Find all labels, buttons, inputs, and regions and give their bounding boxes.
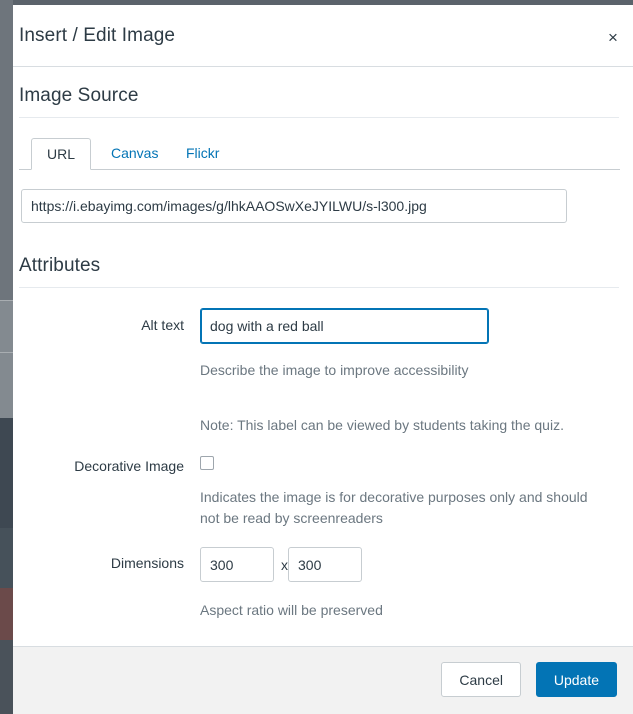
section-divider [19,117,619,118]
update-button[interactable]: Update [536,662,617,697]
insert-edit-image-dialog: Insert / Edit Image × Image Source URL C… [13,5,633,714]
dimension-width-input[interactable] [200,547,274,582]
section-divider [19,287,619,288]
backdrop-band [0,300,13,418]
backdrop-band [0,0,13,300]
alt-text-note: Note: This label can be viewed by studen… [200,415,620,436]
alt-text-helper: Describe the image to improve accessibil… [200,360,468,381]
decorative-image-label: Decorative Image [53,458,184,474]
decorative-image-helper: Indicates the image is for decorative pu… [200,487,607,529]
tab-flickr[interactable]: Flickr [174,138,231,170]
attributes-heading: Attributes [19,255,100,277]
image-source-tabs: URL Canvas Flickr [19,138,620,170]
alt-text-input[interactable] [200,308,489,344]
image-source-heading: Image Source [19,85,139,107]
dialog-header: Insert / Edit Image × [13,5,633,67]
dimensions-helper: Aspect ratio will be preserved [200,600,383,621]
tab-canvas[interactable]: Canvas [99,138,170,170]
backdrop-band [0,418,13,528]
dimensions-separator: x [281,557,288,573]
page-title: Insert / Edit Image [19,25,175,47]
cancel-button[interactable]: Cancel [441,662,521,697]
image-url-input[interactable] [21,189,567,223]
backdrop-divider [0,300,13,301]
close-icon[interactable]: × [601,26,625,50]
dialog-footer: Cancel Update [13,646,633,714]
backdrop-band [0,588,13,640]
backdrop-band [0,528,13,588]
backdrop-divider [0,352,13,353]
decorative-image-checkbox[interactable] [200,456,214,470]
dimensions-label: Dimensions [53,555,184,571]
backdrop-band [0,640,13,714]
dialog-body: Image Source URL Canvas Flickr Attribute… [13,67,633,646]
alt-text-label: Alt text [53,317,184,333]
dimension-height-input[interactable] [288,547,362,582]
tab-url[interactable]: URL [31,138,91,170]
